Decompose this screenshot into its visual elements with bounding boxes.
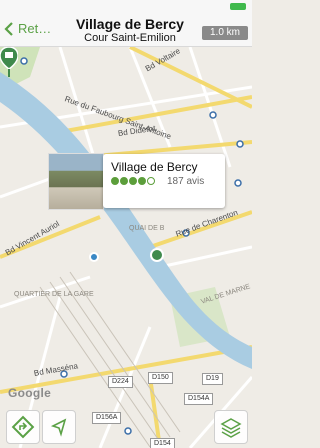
place-photo[interactable] [48,153,104,210]
rating-bubble-icon [129,177,137,185]
road-shield: D154 [150,438,175,448]
place-callout[interactable]: Village de Bercy 187 avis [103,154,225,208]
navigation-bar: Ret… Village de Bercy Cour Saint-Emilion… [0,14,252,47]
rating-bubbles [111,177,156,185]
rating-bubble-icon [138,177,146,185]
directions-icon [11,415,35,439]
google-logo: Google [8,386,52,400]
road-shield: D156A [92,412,122,424]
back-button[interactable]: Ret… [4,21,51,36]
distance-badge: 1.0 km [202,26,248,40]
map-view[interactable]: Rue du Faubourg Saint-Antoine Bd Voltair… [0,47,252,448]
rating-bubble-icon [147,177,155,185]
road-shield: D19 [202,373,223,385]
callout-title: Village de Bercy [111,160,198,174]
user-location-icon [89,252,99,262]
rating-bubble-icon [111,177,119,185]
area-label: QUARTIER DE LA GARE [14,291,94,298]
layers-icon [220,418,242,438]
review-count: 187 avis [167,176,205,187]
map-pin-icon[interactable] [0,47,18,77]
locate-icon [50,418,67,437]
area-label: QUAI DE B [129,225,165,232]
chevron-left-icon [4,21,14,36]
directions-button[interactable] [6,410,40,444]
status-bar [0,0,252,14]
battery-icon [230,3,246,10]
road-shield: D154A [184,393,214,405]
page-title: Village de Bercy [76,16,184,32]
page-subtitle: Cour Saint-Emilion [84,32,176,44]
back-label: Ret… [18,21,52,36]
map-pin-anchor [150,248,164,262]
rating-bubble-icon [120,177,128,185]
layers-button[interactable] [214,410,248,444]
road-shield: D150 [148,372,173,384]
locate-button[interactable] [42,410,76,444]
road-shield: D224 [108,376,133,388]
